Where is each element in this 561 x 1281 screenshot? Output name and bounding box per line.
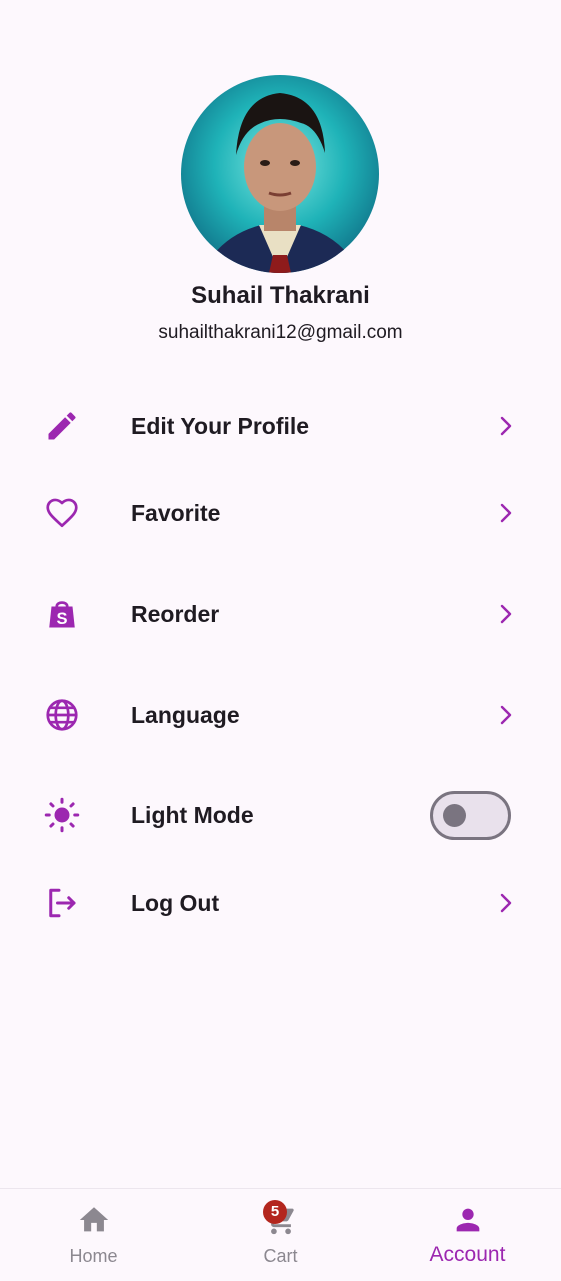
nav-item-home[interactable]: Home xyxy=(0,1189,187,1281)
sun-icon xyxy=(44,797,80,833)
nav-item-account[interactable]: Account xyxy=(374,1189,561,1281)
chevron-right-icon xyxy=(494,501,518,525)
heart-icon xyxy=(44,495,80,531)
nav-label: Account xyxy=(429,1243,506,1266)
menu-item-label: Reorder xyxy=(131,601,220,627)
menu-item-label: Language xyxy=(131,702,240,728)
toggle-knob xyxy=(443,804,466,827)
cart-count-badge: 5 xyxy=(263,1200,287,1224)
person-icon xyxy=(451,1203,485,1237)
menu-item-logout[interactable]: Log Out xyxy=(0,873,561,933)
profile-email: suhailthakrani12@gmail.com xyxy=(158,322,403,343)
menu-item-reorder[interactable]: S Reorder xyxy=(0,584,561,644)
chevron-right-icon xyxy=(494,703,518,727)
chevron-right-icon xyxy=(494,891,518,915)
menu-item-favorite[interactable]: Favorite xyxy=(0,483,561,543)
logout-icon xyxy=(44,885,80,921)
chevron-right-icon xyxy=(494,602,518,626)
menu-item-light-mode: Light Mode xyxy=(0,785,561,845)
chevron-right-icon xyxy=(494,414,518,438)
shopping-bag-icon: S xyxy=(44,596,80,632)
globe-icon xyxy=(44,697,80,733)
menu-item-edit-profile[interactable]: Edit Your Profile xyxy=(0,396,561,456)
profile-name: Suhail Thakrani xyxy=(191,282,370,309)
menu-item-label: Favorite xyxy=(131,500,221,526)
edit-pencil-icon xyxy=(44,408,80,444)
menu-item-label: Edit Your Profile xyxy=(131,413,310,439)
svg-text:S: S xyxy=(56,610,67,628)
menu-item-language[interactable]: Language xyxy=(0,685,561,745)
menu-item-label: Light Mode xyxy=(131,802,254,828)
light-mode-toggle[interactable] xyxy=(430,791,511,840)
menu-item-label: Log Out xyxy=(131,890,220,916)
home-icon xyxy=(77,1203,111,1237)
profile-avatar xyxy=(181,75,379,273)
nav-label: Home xyxy=(69,1246,118,1266)
nav-label: Cart xyxy=(263,1246,298,1266)
